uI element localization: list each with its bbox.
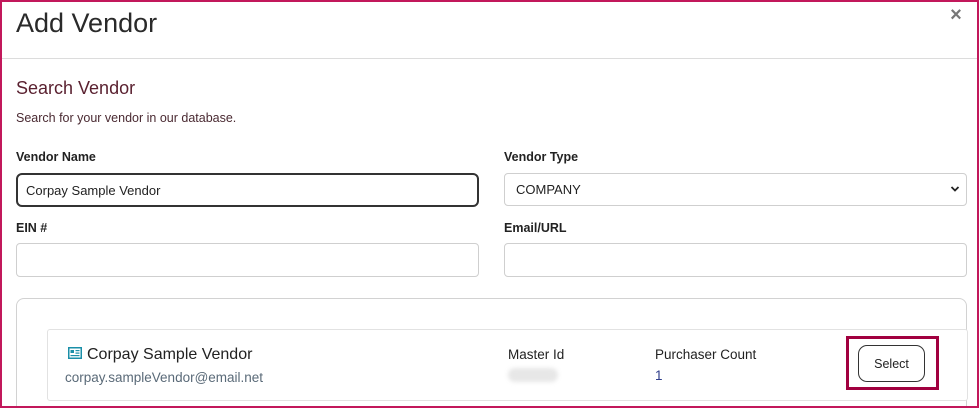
modal-title: Add Vendor [16,8,158,38]
close-icon[interactable]: × [947,5,965,25]
result-vendor-email: corpay.sampleVendor@email.net [65,370,264,385]
search-results-panel: Corpay Sample Vendor corpay.sampleVendor… [16,298,968,406]
purchaser-count-value: 1 [655,368,663,383]
ein-input[interactable] [16,243,479,277]
select-vendor-button[interactable]: Select [858,345,925,382]
ein-label: EIN # [16,221,48,235]
vendor-type-label: Vendor Type [504,150,579,164]
purchaser-count-label: Purchaser Count [655,347,757,362]
vendor-type-value: COMPANY [516,182,581,197]
vendor-result-card: Corpay Sample Vendor corpay.sampleVendor… [47,329,968,401]
master-id-label: Master Id [508,347,565,362]
modal-header: Add Vendor × [2,2,977,59]
add-vendor-modal: Add Vendor × Search Vendor Search for yo… [0,0,979,408]
result-vendor-name: Corpay Sample Vendor [87,346,253,363]
master-id-value-redacted [508,368,558,382]
select-button-highlight: Select [846,336,939,390]
vendor-type-select[interactable]: COMPANY [504,173,967,206]
section-title: Search Vendor [16,78,136,98]
vendor-name-label: Vendor Name [16,150,96,164]
vendor-name-input[interactable] [16,173,479,207]
chevron-down-icon [950,186,960,192]
email-url-label: Email/URL [504,221,567,235]
section-description: Search for your vendor in our database. [16,111,237,125]
email-url-input[interactable] [504,243,967,277]
vendor-card-icon [68,347,82,359]
